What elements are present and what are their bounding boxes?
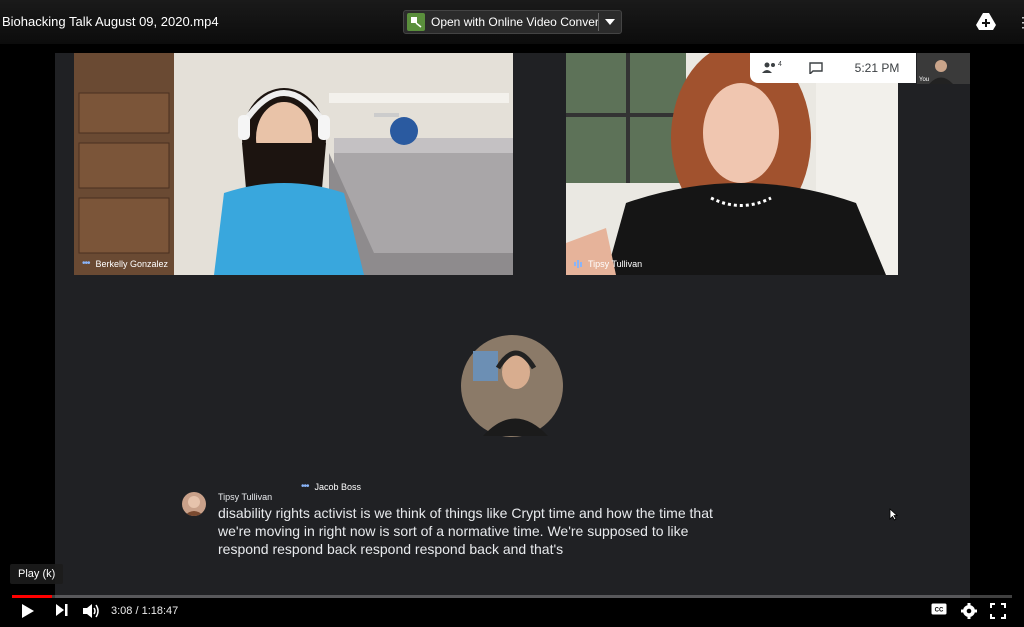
play-icon[interactable] [21, 603, 35, 619]
jacob-avatar [461, 335, 563, 437]
people-icon[interactable]: 4 [750, 60, 794, 74]
captions-icon[interactable]: CC [931, 603, 947, 615]
participant-tile-berkelly: ••• Berkelly Gonzalez [74, 53, 513, 275]
self-view-tile: You [917, 53, 970, 84]
player-controls: 3:08 / 1:18:47 CC [0, 599, 1024, 627]
speaking-indicator-icon [574, 260, 582, 268]
play-tooltip: Play (k) [10, 564, 64, 584]
volume-icon[interactable] [82, 603, 100, 619]
more-icon[interactable]: ••• [82, 258, 90, 269]
progress-fill [12, 595, 52, 598]
settings-icon[interactable] [961, 603, 977, 619]
open-with-label: Open with Online Video Convert… [431, 15, 598, 29]
participant-name: Berkelly Gonzalez [95, 258, 169, 269]
participant-name-tag: ••• Jacob Boss [301, 481, 361, 492]
converter-app-icon [407, 13, 425, 31]
svg-text:CC: CC [935, 608, 944, 614]
fullscreen-icon[interactable] [990, 603, 1006, 619]
berkelly-video-feed [74, 53, 513, 275]
file-title: Biohacking Talk August 09, 2020.mp4 [2, 14, 219, 29]
participant-tile-jacob: ••• Jacob Boss [293, 276, 732, 498]
participant-count: 4 [778, 60, 782, 68]
cursor-icon [889, 508, 899, 526]
dropdown-caret-icon[interactable] [599, 19, 621, 25]
next-icon[interactable] [55, 603, 69, 617]
speaker-avatar [182, 492, 206, 516]
self-label: You [919, 77, 930, 83]
caption-text: disability rights activist is we think o… [218, 505, 713, 557]
more-icon[interactable]: ••• [301, 481, 309, 492]
chat-icon[interactable] [794, 62, 838, 74]
participant-name-tag: Tipsy Tullivan [574, 259, 642, 269]
participant-name: Jacob Boss [314, 481, 362, 492]
caption-speaker: Tipsy Tullivan [218, 492, 273, 502]
time-display: 3:08 / 1:18:47 [111, 605, 179, 617]
participant-name: Tipsy Tullivan [588, 259, 643, 269]
meet-info-bar: 4 5:21 PM [750, 53, 916, 83]
participant-name-tag: ••• Berkelly Gonzalez [82, 258, 168, 269]
progress-bar[interactable] [12, 595, 1012, 598]
more-options-icon[interactable]: ⋮ [1016, 14, 1024, 31]
meeting-clock: 5:21 PM [854, 61, 900, 75]
open-with-button[interactable]: Open with Online Video Convert… [403, 10, 622, 34]
participant-tile-tipsy: Tipsy Tullivan [566, 53, 898, 275]
drive-add-icon[interactable] [976, 13, 996, 36]
top-bar: Biohacking Talk August 09, 2020.mp4 Open… [0, 0, 1024, 44]
tipsy-video-feed [566, 53, 898, 275]
